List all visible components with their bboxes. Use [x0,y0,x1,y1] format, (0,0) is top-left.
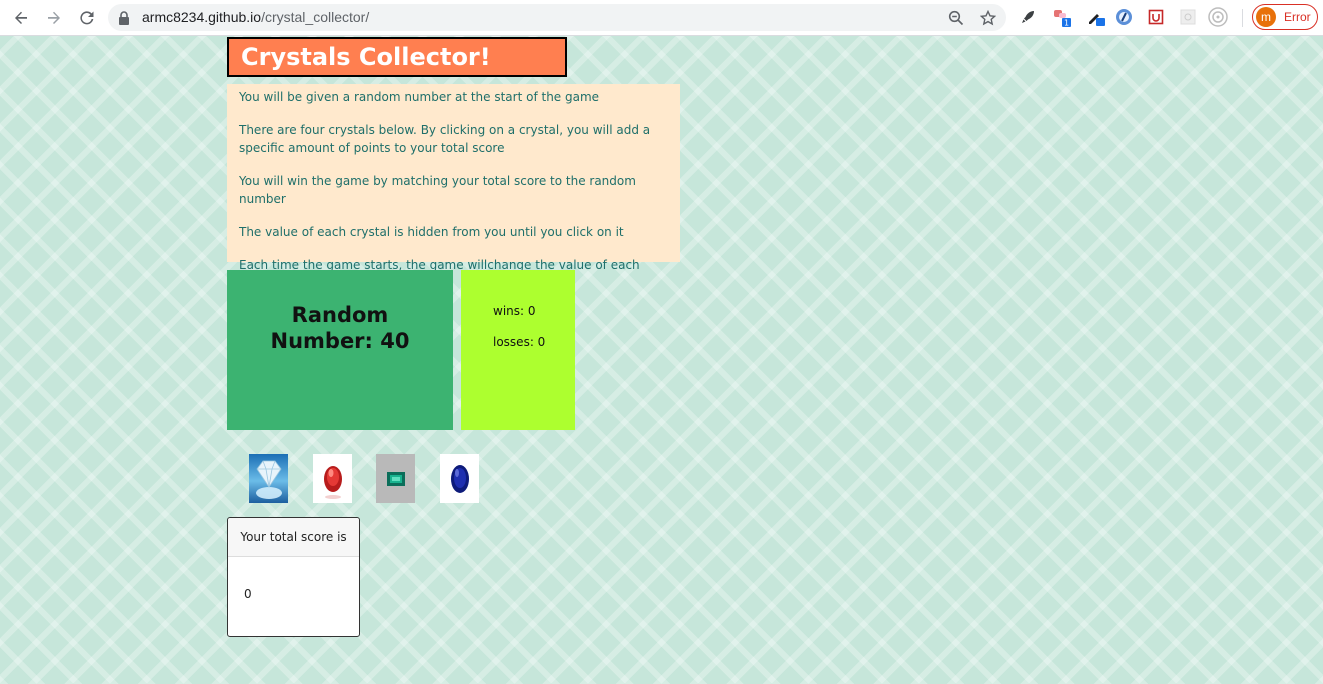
eyedropper-extension-icon[interactable] [1086,7,1106,27]
page-title: Crystals Collector! [227,37,567,77]
ruby-icon [323,465,342,499]
emerald-icon [386,471,405,486]
crystal-sapphire[interactable] [440,454,479,503]
grid-extension-icon[interactable] [1178,7,1198,27]
url-text: armc8234.github.io/crystal_collector/ [142,9,369,25]
score-card: Your total score is 0 [227,517,360,637]
lock-icon [118,10,130,29]
bookmark-star-icon[interactable] [978,8,998,28]
toolbar-divider [1242,9,1243,27]
wins-counter: wins: 0 [493,304,536,318]
losses-counter: losses: 0 [493,335,546,349]
shield-extension-icon[interactable] [1146,7,1166,27]
random-number-label: Random Number: 40 [270,303,410,353]
reload-button[interactable] [75,6,99,30]
profile-button[interactable]: m Error [1252,4,1318,30]
profile-status: Error [1284,10,1311,24]
crystal-diamond[interactable] [249,454,288,503]
target-extension-icon[interactable] [1208,7,1228,27]
random-number-box: Random Number: 40 [227,270,453,430]
svg-text:1: 1 [1064,19,1069,28]
rocket-extension-icon[interactable] [1018,7,1038,27]
score-header: Your total score is [228,518,359,557]
reload-icon [80,11,94,25]
avatar: m [1256,7,1276,27]
url-host: armc8234.github.io [142,9,262,25]
address-bar[interactable]: armc8234.github.io/crystal_collector/ [108,4,1006,31]
crystal-ruby[interactable] [313,454,352,503]
crystal-emerald[interactable] [376,454,415,503]
zoom-icon[interactable] [946,8,966,28]
browser-toolbar: armc8234.github.io/crystal_collector/ 1 … [0,0,1323,36]
instruction-item: The value of each crystal is hidden from… [239,225,624,239]
page-title-text: Crystals Collector! [241,43,491,71]
stats-box: wins: 0 losses: 0 [461,270,575,430]
instruction-item: You will win the game by matching your t… [239,174,636,206]
score-value: 0 [244,587,252,601]
forward-arrow-icon [48,11,60,24]
url-path: /crystal_collector/ [261,9,370,25]
instruction-item: You will be given a random number at the… [239,90,600,104]
diamond-icon [255,460,282,499]
compass-extension-icon[interactable] [1114,7,1134,27]
page-body: Crystals Collector! You will be given a … [0,36,1323,684]
back-button[interactable] [9,6,33,30]
instruction-item: There are four crystals below. By clicki… [239,123,651,155]
back-arrow-icon [15,11,27,24]
badge-extension-icon[interactable]: 1 [1052,7,1072,27]
forward-button[interactable] [42,6,66,30]
instructions-panel: You will be given a random number at the… [227,84,680,290]
sapphire-icon [450,464,469,493]
